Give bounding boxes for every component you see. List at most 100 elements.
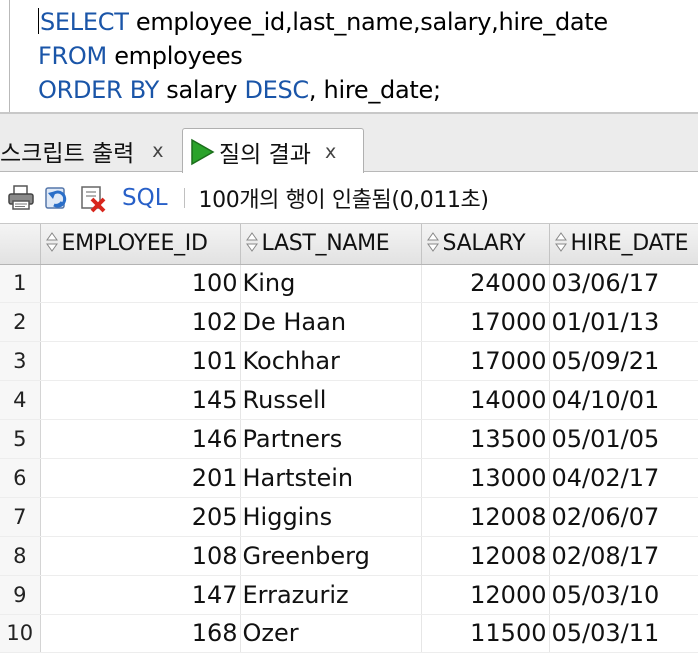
tab-script-output[interactable]: 스크립트 출력 x [0,128,180,174]
row-number-header [0,224,41,265]
table-row[interactable]: 5 146 Partners 13500 05/01/05 [0,419,698,459]
cell-last-name[interactable]: Errazuriz [240,575,422,615]
table-row[interactable]: 7 205 Higgins 12008 02/06/07 [0,497,698,537]
cell-hire-date[interactable]: 05/09/21 [549,341,698,382]
cell-employee-id[interactable]: 108 [40,536,241,576]
column-label: LAST_NAME [261,231,390,257]
cell-employee-id[interactable]: 101 [40,341,241,382]
cell-employee-id[interactable]: 100 [40,264,241,304]
tab-query-result[interactable]: 질의 결과 x [182,128,364,175]
code-text: , hire_date; [308,76,441,104]
cell-last-name[interactable]: Hartstein [240,458,422,498]
cell-employee-id[interactable]: 146 [40,419,241,459]
cell-last-name[interactable]: Partners [240,419,422,459]
column-label: EMPLOYEE_ID [61,231,208,257]
cell-hire-date[interactable]: 04/10/01 [549,380,698,421]
cell-salary[interactable]: 12008 [421,497,550,537]
cell-last-name[interactable]: De Haan [240,302,422,343]
keyword-desc: DESC [244,76,309,104]
cell-hire-date[interactable]: 01/01/13 [549,302,698,343]
cell-last-name[interactable]: King [240,264,422,304]
cell-hire-date[interactable]: 05/03/10 [549,575,698,615]
cell-salary[interactable]: 17000 [421,341,550,382]
sql-button[interactable]: SQL [122,185,168,211]
cell-last-name[interactable]: Kochhar [240,341,422,382]
cell-hire-date[interactable]: 03/06/17 [549,264,698,304]
cell-hire-date[interactable]: 04/02/17 [549,458,698,498]
cell-hire-date[interactable]: 02/08/17 [549,536,698,576]
cell-hire-date[interactable]: 05/01/05 [549,419,698,459]
table-row[interactable]: 9 147 Errazuriz 12000 05/03/10 [0,575,698,615]
keyword-from: FROM [38,42,107,70]
sort-icon [45,232,58,253]
cell-salary[interactable]: 12000 [421,575,550,615]
cell-salary[interactable]: 17000 [421,302,550,343]
cell-employee-id[interactable]: 201 [40,458,241,498]
result-tabbar: 스크립트 출력 x 질의 결과 x [0,112,698,175]
column-header-salary[interactable]: SALARY [421,224,550,265]
toolbar-divider [183,188,185,208]
close-icon[interactable]: x [325,141,336,163]
row-number[interactable]: 10 [0,614,41,653]
sort-icon [245,232,258,253]
text-caret [38,8,39,34]
result-toolbar: SQL 100개의 행이 인출됨(0,011초) [0,173,698,223]
column-header-last-name[interactable]: LAST_NAME [240,224,422,265]
code-text: employee_id,last_name,salary,hire_date [128,8,608,36]
table-row[interactable]: 1 100 King 24000 03/06/17 [0,264,698,304]
cell-last-name[interactable]: Russell [240,380,422,421]
print-icon[interactable] [6,183,36,213]
cell-salary[interactable]: 12008 [421,536,550,576]
code-text: employees [106,42,243,70]
table-row[interactable]: 8 108 Greenberg 12008 02/08/17 [0,536,698,576]
cell-last-name[interactable]: Higgins [240,497,422,537]
tab-label: 질의 결과 [219,142,311,168]
cell-employee-id[interactable]: 147 [40,575,241,615]
sql-editor[interactable]: SELECT employee_id,last_name,salary,hire… [0,0,698,112]
cell-hire-date[interactable]: 02/06/07 [549,497,698,537]
cell-last-name[interactable]: Ozer [240,614,422,653]
close-icon[interactable]: x [152,140,163,162]
result-grid[interactable]: EMPLOYEE_ID LAST_NAME SALARY HIRE_DATE 1… [0,223,698,653]
cell-salary[interactable]: 13000 [421,458,550,498]
cell-employee-id[interactable]: 205 [40,497,241,537]
tab-label: 스크립트 출력 [0,141,135,167]
cell-hire-date[interactable]: 05/03/11 [549,614,698,653]
cell-salary[interactable]: 11500 [421,614,550,653]
row-number[interactable]: 7 [0,497,41,537]
cell-salary[interactable]: 13500 [421,419,550,459]
column-header-hire-date[interactable]: HIRE_DATE [549,224,698,265]
table-row[interactable]: 2 102 De Haan 17000 01/01/13 [0,302,698,343]
cell-employee-id[interactable]: 102 [40,302,241,343]
sort-icon [426,232,439,253]
header-row: EMPLOYEE_ID LAST_NAME SALARY HIRE_DATE [0,224,698,265]
row-number[interactable]: 4 [0,380,41,421]
code-text: salary [158,76,245,104]
sql-code[interactable]: SELECT employee_id,last_name,salary,hire… [38,5,608,107]
row-number[interactable]: 2 [0,302,41,343]
cell-employee-id[interactable]: 168 [40,614,241,653]
keyword-select: SELECT [40,8,129,36]
sort-icon [554,232,567,253]
row-number[interactable]: 1 [0,264,41,304]
row-number[interactable]: 9 [0,575,41,615]
table-row[interactable]: 10 168 Ozer 11500 05/03/11 [0,614,698,653]
row-number[interactable]: 8 [0,536,41,576]
row-number[interactable]: 5 [0,419,41,459]
editor-gutter [9,0,10,112]
row-number[interactable]: 6 [0,458,41,498]
refresh-icon[interactable] [42,183,72,213]
table-row[interactable]: 4 145 Russell 14000 04/10/01 [0,380,698,421]
code-line-2: FROM employees [38,39,608,73]
clear-icon[interactable] [78,183,108,213]
row-number[interactable]: 3 [0,341,41,382]
table-row[interactable]: 6 201 Hartstein 13000 04/02/17 [0,458,698,498]
code-line-1: SELECT employee_id,last_name,salary,hire… [38,5,608,39]
cell-salary[interactable]: 14000 [421,380,550,421]
run-icon [191,138,215,166]
cell-last-name[interactable]: Greenberg [240,536,422,576]
cell-salary[interactable]: 24000 [421,264,550,304]
table-row[interactable]: 3 101 Kochhar 17000 05/09/21 [0,341,698,382]
column-header-employee-id[interactable]: EMPLOYEE_ID [40,224,241,265]
cell-employee-id[interactable]: 145 [40,380,241,421]
